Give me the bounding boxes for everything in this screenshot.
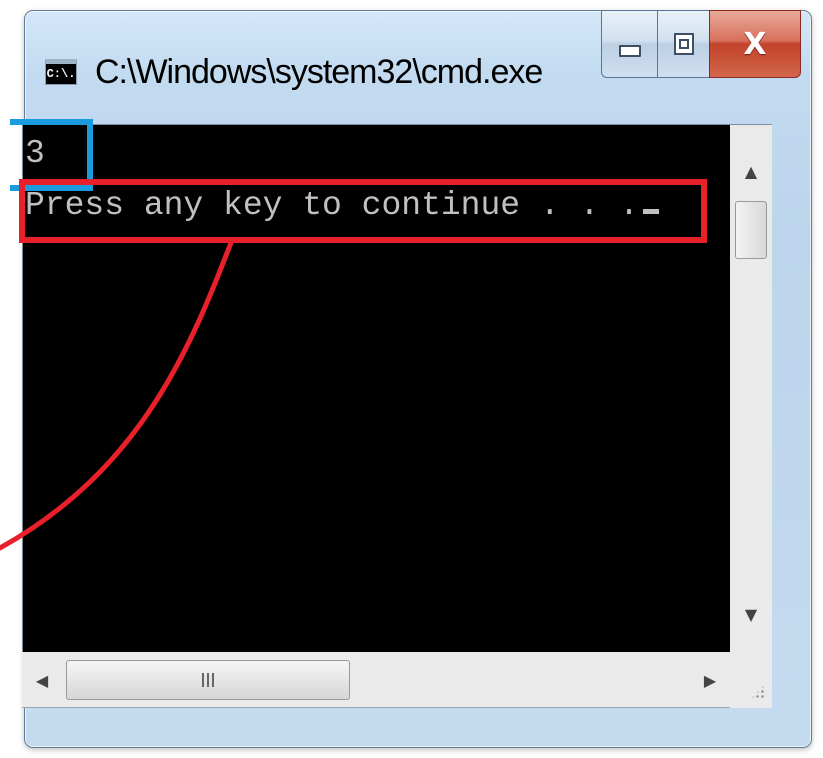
caption-buttons: X <box>601 10 801 78</box>
minimize-button[interactable] <box>601 10 657 78</box>
grip-icon <box>202 673 214 687</box>
cmd-app-icon[interactable]: C:\. <box>45 59 77 85</box>
vertical-scroll-thumb[interactable] <box>735 201 767 259</box>
maximize-button[interactable] <box>657 10 709 78</box>
cursor-block <box>642 209 659 214</box>
scroll-up-arrow-icon[interactable]: ▲ <box>730 151 772 191</box>
prompt-line: Press any key to continue . . . <box>25 187 659 225</box>
scroll-down-arrow-icon[interactable]: ▼ <box>730 594 772 634</box>
scroll-right-arrow-icon[interactable]: ▶ <box>690 652 730 708</box>
title-bar[interactable]: C:\. C:\Windows\system32\cmd.exe X <box>25 10 811 127</box>
window-title: C:\Windows\system32\cmd.exe <box>95 53 543 91</box>
minimize-icon <box>618 45 641 57</box>
output-value-line: 3 <box>25 135 45 172</box>
horizontal-scroll-thumb[interactable] <box>66 660 350 700</box>
resize-grip-icon[interactable] <box>730 652 772 708</box>
restore-icon <box>673 33 694 55</box>
prompt-text: Press any key to continue . . . <box>25 187 639 224</box>
scroll-left-arrow-icon[interactable]: ◀ <box>22 652 62 708</box>
horizontal-scrollbar[interactable]: ◀ ▶ <box>22 652 730 708</box>
console-output[interactable]: 3 Press any key to continue . . . <box>22 124 731 653</box>
vertical-scrollbar[interactable]: ▲ ▼ <box>730 124 772 652</box>
close-button[interactable]: X <box>709 10 801 78</box>
close-icon: X <box>743 26 767 62</box>
